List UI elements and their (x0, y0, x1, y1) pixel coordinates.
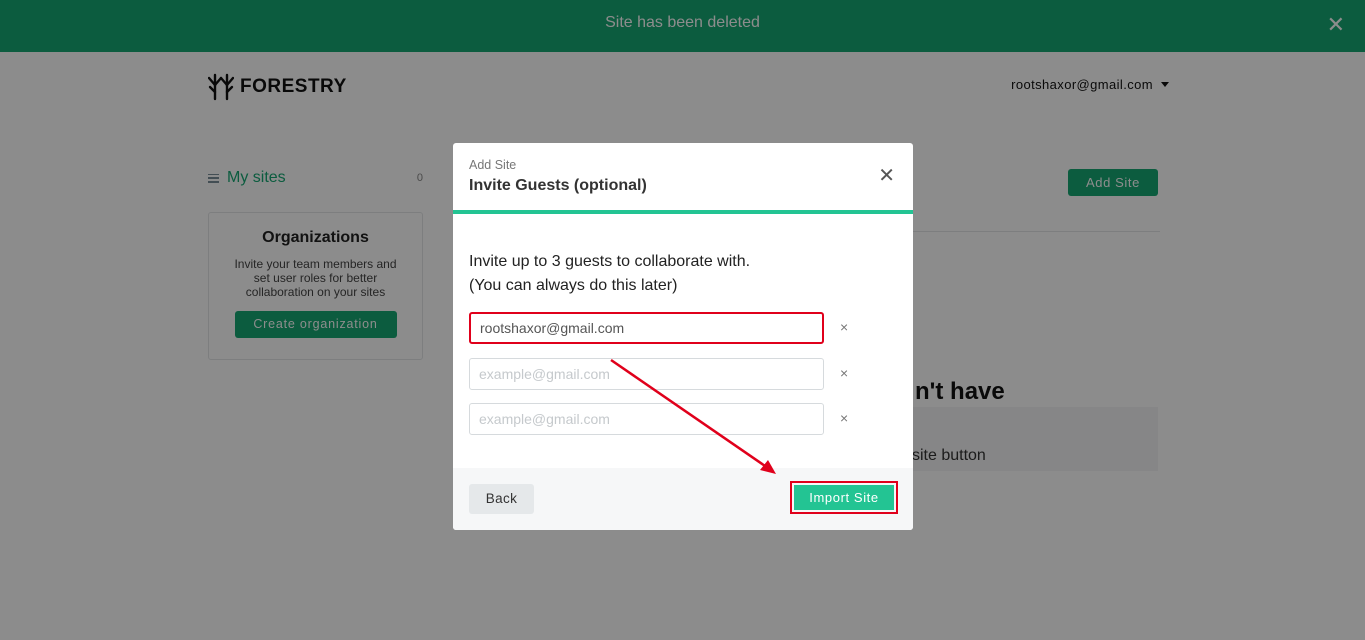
guest-email-input-2[interactable] (469, 358, 824, 390)
invite-intro-line2: (You can always do this later) (469, 277, 678, 294)
invite-intro-line1: Invite up to 3 guests to collaborate wit… (469, 253, 751, 270)
guest-email-input-3[interactable] (469, 403, 824, 435)
modal-title: Invite Guests (optional) (469, 177, 647, 194)
modal-footer: Back Import Site (453, 468, 913, 530)
guest-row-3: × (469, 403, 909, 435)
close-icon[interactable]: ✕ (878, 166, 895, 186)
guest-row-2: × (469, 358, 909, 390)
remove-guest-icon-3[interactable]: × (840, 410, 848, 426)
remove-guest-icon-1[interactable]: × (840, 319, 848, 335)
invite-guests-modal: Add Site Invite Guests (optional) ✕ Invi… (453, 143, 913, 530)
import-site-highlight: Import Site (790, 481, 898, 514)
remove-guest-icon-2[interactable]: × (840, 365, 848, 381)
back-button[interactable]: Back (469, 484, 534, 514)
guest-row-1: × (469, 312, 909, 344)
modal-body: Invite up to 3 guests to collaborate wit… (453, 218, 913, 468)
guest-email-input-1[interactable] (469, 312, 824, 344)
modal-header: Add Site Invite Guests (optional) ✕ (453, 143, 913, 214)
import-site-button[interactable]: Import Site (794, 485, 894, 510)
invite-intro: Invite up to 3 guests to collaborate wit… (469, 250, 750, 298)
modal-subtitle: Add Site (469, 158, 517, 172)
